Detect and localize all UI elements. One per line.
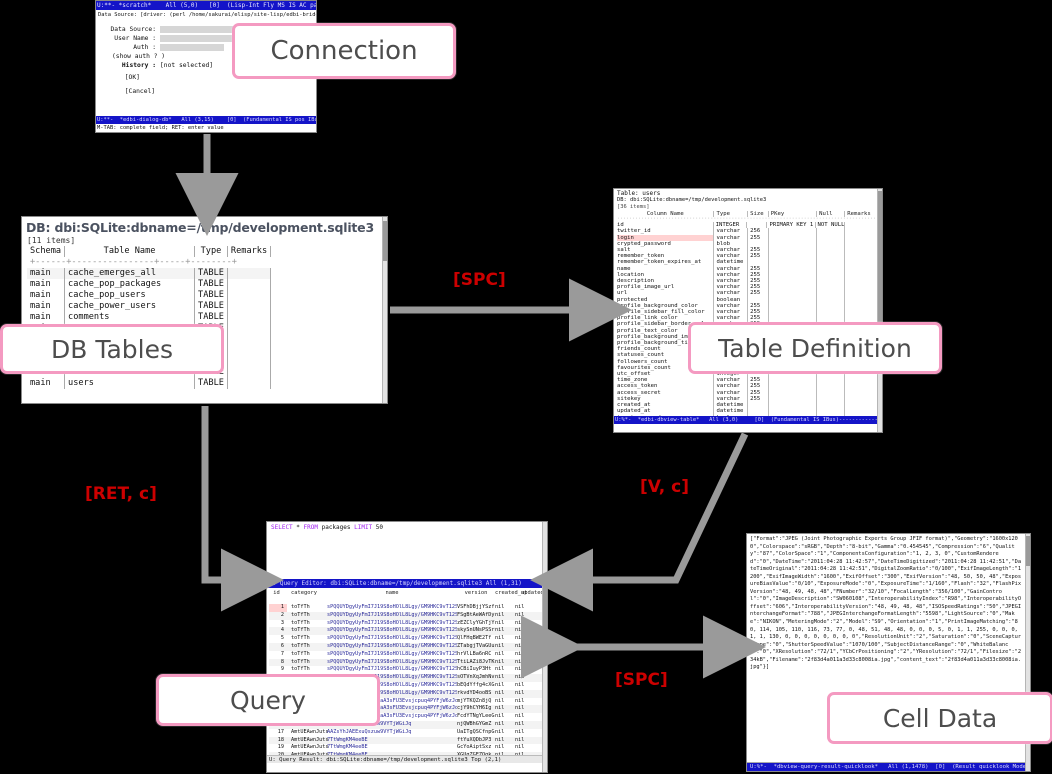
connector-arrows — [175, 134, 766, 679]
callout-connection: Connection — [232, 23, 456, 79]
edge-label-dbtables-to-tabledef: [SPC] — [453, 270, 506, 290]
edge-label-dbtables-to-query: [RET, c] — [85, 484, 157, 504]
callout-table-definition: Table Definition — [688, 322, 942, 374]
edge-label-query-to-celldata: [SPC] — [615, 670, 668, 690]
diagram-canvas: [SPC] [RET, c] [V, c] [SPC] U:**- *scrat… — [0, 0, 1052, 774]
callout-query: Query — [156, 674, 380, 726]
callout-connection-label: Connection — [270, 36, 418, 66]
callout-db-tables-label: DB Tables — [50, 334, 174, 364]
callout-cell-data-label: Cell Data — [882, 703, 998, 733]
callout-table-definition-label: Table Definition — [718, 333, 912, 363]
edge-label-tabledef-to-query: [V, c] — [640, 477, 689, 497]
callout-db-tables: DB Tables — [0, 324, 224, 374]
callout-query-label: Query — [230, 685, 306, 715]
callout-cell-data: Cell Data — [827, 692, 1052, 744]
